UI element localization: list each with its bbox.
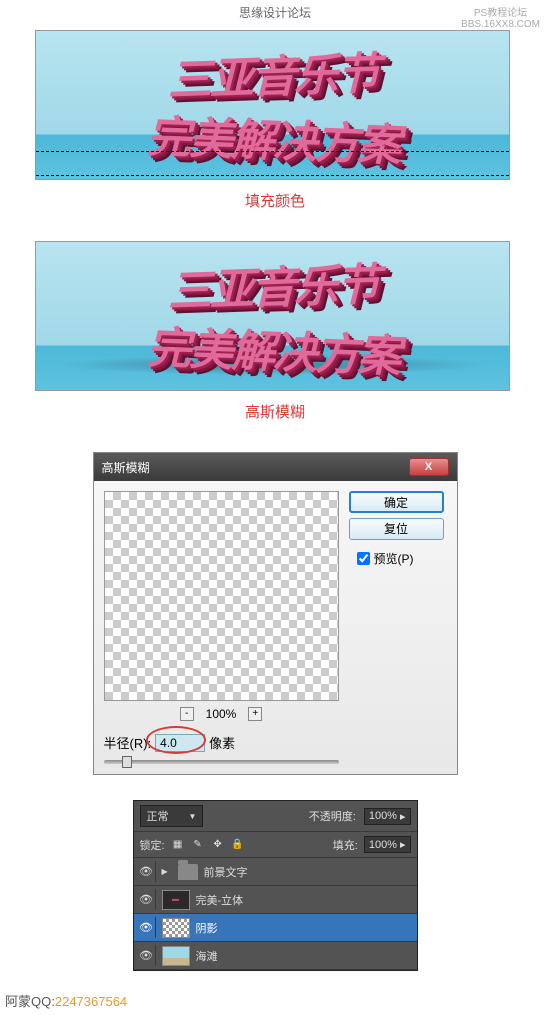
eye-icon[interactable]: 👁 bbox=[139, 921, 153, 934]
radius-unit: 像素 bbox=[209, 733, 235, 752]
preview-box[interactable] bbox=[104, 491, 339, 701]
chevron-icon: ▸ bbox=[400, 810, 406, 823]
layer-thumbnail bbox=[162, 918, 190, 938]
layer-name: 海滩 bbox=[196, 948, 218, 964]
checker-pattern bbox=[105, 492, 338, 700]
layers-panel: 正常 ▼ 不透明度: 100% ▸ 锁定: ▦ ✎ ✥ 🔒 填充: 100% ▸… bbox=[133, 800, 418, 971]
layer-name: 完美-立体 bbox=[196, 892, 244, 908]
eye-icon[interactable]: 👁 bbox=[139, 949, 153, 962]
text-line1: 三亚音乐节 bbox=[168, 248, 378, 319]
reset-button[interactable]: 复位 bbox=[349, 518, 444, 540]
preview-checkbox[interactable] bbox=[357, 552, 370, 565]
layer-thumbnail: ▬ bbox=[162, 890, 190, 910]
zoom-out-button[interactable]: - bbox=[180, 707, 194, 721]
slider-thumb[interactable] bbox=[122, 756, 132, 768]
gaussian-blur-dialog: 高斯模糊 X - 100% + 半径(R): 像素 确定 复位 bbox=[93, 452, 458, 775]
example-image-1: 三亚音乐节 完美解决方案 bbox=[35, 30, 510, 180]
caption-1: 填充颜色 bbox=[35, 180, 515, 236]
lock-all-icon[interactable]: 🔒 bbox=[231, 838, 245, 852]
opacity-input[interactable]: 100% ▸ bbox=[364, 808, 411, 825]
dialog-title-text: 高斯模糊 bbox=[102, 459, 150, 476]
radius-slider[interactable] bbox=[104, 760, 339, 764]
layer-thumbnail bbox=[162, 946, 190, 966]
fill-input[interactable]: 100% ▸ bbox=[364, 836, 411, 853]
chevron-down-icon: ▼ bbox=[189, 812, 197, 821]
layer-row[interactable]: 👁 海滩 bbox=[134, 942, 417, 970]
lock-label: 锁定: bbox=[140, 837, 165, 853]
folder-toggle-icon[interactable]: ▶ bbox=[162, 867, 172, 876]
ok-button[interactable]: 确定 bbox=[349, 491, 444, 513]
text-line1: 三亚音乐节 bbox=[168, 37, 378, 108]
close-button[interactable]: X bbox=[409, 458, 449, 476]
site-name: 思缘设计论坛 bbox=[239, 6, 311, 20]
text-line2: 完美解决方案 bbox=[147, 312, 399, 385]
example-image-2: 三亚音乐节 完美解决方案 bbox=[35, 241, 510, 391]
preview-checkbox-label[interactable]: 预览(P) bbox=[349, 550, 444, 567]
blend-mode-dropdown[interactable]: 正常 ▼ bbox=[140, 805, 204, 827]
lock-move-icon[interactable]: ✥ bbox=[211, 838, 225, 852]
eye-icon[interactable]: 👁 bbox=[139, 865, 153, 878]
watermark: PS教程论坛BBS.16XX8.COM bbox=[461, 4, 540, 30]
lock-transparency-icon[interactable]: ▦ bbox=[171, 838, 185, 852]
opacity-label: 不透明度: bbox=[309, 808, 356, 824]
selection-indicator bbox=[36, 151, 509, 176]
layer-row[interactable]: 👁 阴影 bbox=[134, 914, 417, 942]
eye-icon[interactable]: 👁 bbox=[139, 893, 153, 906]
layer-row[interactable]: 👁 ▶ 前景文字 bbox=[134, 858, 417, 886]
radius-label: 半径(R): bbox=[104, 733, 152, 752]
preview-checkbox-text: 预览(P) bbox=[374, 550, 414, 567]
opacity-value: 100% bbox=[369, 810, 397, 822]
chevron-icon: ▸ bbox=[400, 838, 406, 851]
footer-credit: 阿蒙QQ:2247367564 bbox=[0, 976, 550, 1015]
zoom-percent: 100% bbox=[206, 707, 237, 721]
fill-value: 100% bbox=[369, 839, 397, 851]
fill-label: 填充: bbox=[333, 837, 358, 853]
radius-input[interactable] bbox=[155, 734, 205, 752]
zoom-in-button[interactable]: + bbox=[248, 707, 262, 721]
lock-brush-icon[interactable]: ✎ bbox=[191, 838, 205, 852]
caption-2: 高斯模糊 bbox=[35, 391, 515, 447]
layer-name: 阴影 bbox=[196, 920, 218, 936]
layer-name: 前景文字 bbox=[204, 864, 248, 880]
blend-mode-value: 正常 bbox=[147, 808, 169, 824]
folder-icon bbox=[178, 864, 198, 880]
layer-row[interactable]: 👁 ▬ 完美-立体 bbox=[134, 886, 417, 914]
